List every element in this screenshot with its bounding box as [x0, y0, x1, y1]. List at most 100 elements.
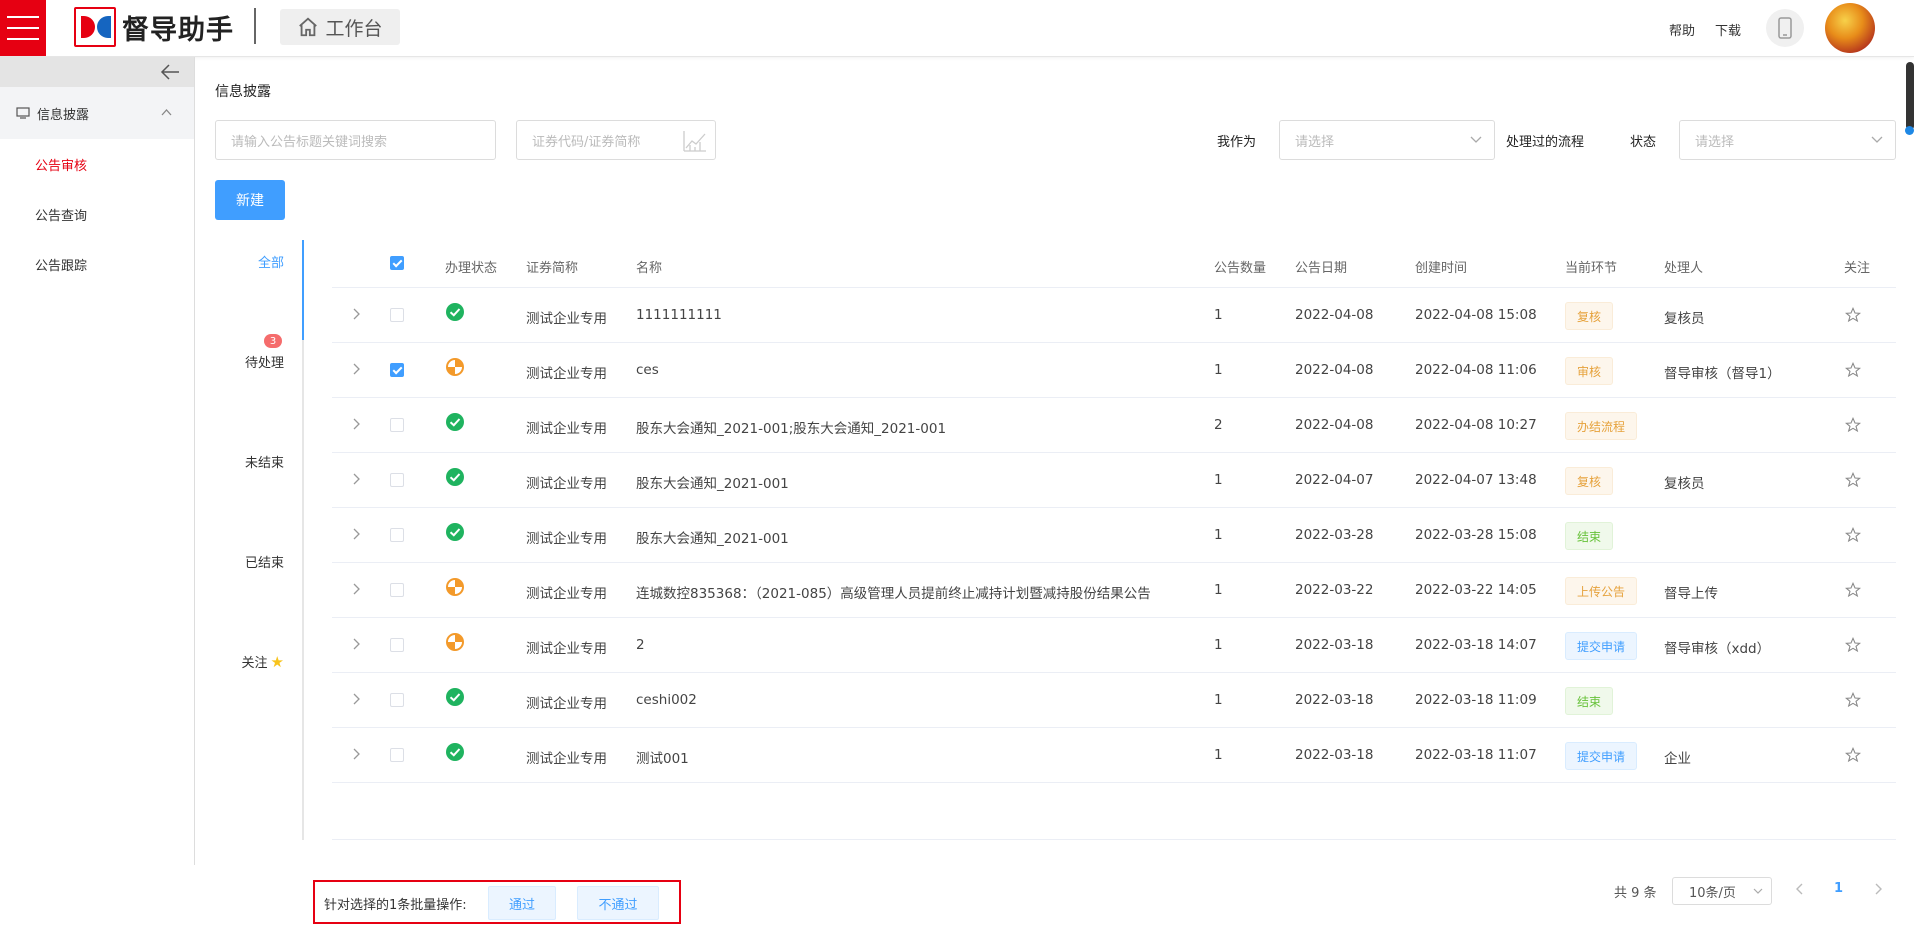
- chevron-down-icon: [1470, 136, 1482, 143]
- sidebar-item-announcement-tracking[interactable]: 公告跟踪: [0, 239, 194, 289]
- tab-finished[interactable]: 已结束: [245, 552, 284, 571]
- table-row[interactable]: 测试企业专用 连城数控835368：（2021-085）高级管理人员提前终止减持计…: [332, 563, 1896, 618]
- star-outline-icon[interactable]: [1845, 582, 1861, 598]
- sidebar-group-disclosure[interactable]: 信息披露: [0, 87, 194, 139]
- scrollbar-indicator: [1905, 126, 1914, 135]
- row-checkbox[interactable]: [390, 693, 404, 707]
- star-outline-icon[interactable]: [1845, 692, 1861, 708]
- cell-created: 2022-04-07 13:48: [1415, 472, 1537, 488]
- select-all-checkbox[interactable]: [390, 256, 404, 270]
- row-checkbox[interactable]: [390, 363, 404, 377]
- stage-tag: 上传公告: [1565, 577, 1638, 605]
- table-row[interactable]: 测试企业专用 1111111111 1 2022-04-08 2022-04-08 15…: [332, 288, 1896, 343]
- security-code-input[interactable]: 证券代码/证券简称: [516, 120, 716, 160]
- processed-flow-label[interactable]: 处理过的流程: [1506, 131, 1584, 150]
- status-tabs: 全部 3 待处理 未结束 已结束 关注 ★: [215, 240, 304, 840]
- expand-icon[interactable]: [352, 748, 360, 760]
- check-circle-icon: [446, 688, 464, 710]
- star-outline-icon[interactable]: [1845, 307, 1861, 323]
- chevron-down-icon: [1871, 136, 1883, 143]
- reject-button[interactable]: 不通过: [577, 886, 659, 920]
- cell-handler: 复核员: [1664, 311, 1705, 327]
- expand-icon[interactable]: [352, 693, 360, 705]
- search-placeholder: 请输入公告标题关键词搜索: [231, 134, 388, 150]
- star-outline-icon[interactable]: [1845, 362, 1861, 378]
- prev-page-icon[interactable]: [1795, 882, 1805, 896]
- row-checkbox[interactable]: [390, 748, 404, 762]
- cell-handler: 督导上传: [1664, 586, 1718, 602]
- row-checkbox[interactable]: [390, 528, 404, 542]
- tab-pending[interactable]: 待处理: [245, 352, 284, 371]
- tab-all[interactable]: 全部: [258, 252, 284, 271]
- cell-name[interactable]: 连城数控835368：（2021-085）高级管理人员提前终止减持计划暨减持股份…: [636, 582, 1151, 602]
- bulk-action-bar: 针对选择的1条批量操作: 通过 不通过: [313, 880, 681, 924]
- table-row[interactable]: 测试企业专用 测试001 1 2022-03-18 2022-03-18 11:07 提交…: [332, 728, 1896, 783]
- table-row[interactable]: 测试企业专用 股东大会通知_2021-001;股东大会通知_2021-001 2 20…: [332, 398, 1896, 453]
- star-outline-icon[interactable]: [1845, 417, 1861, 433]
- cell-date: 2022-03-18: [1295, 747, 1374, 763]
- star-outline-icon[interactable]: [1845, 747, 1861, 763]
- expand-icon[interactable]: [352, 528, 360, 540]
- star-outline-icon[interactable]: [1845, 472, 1861, 488]
- page-number[interactable]: 1: [1834, 881, 1843, 896]
- header-name: 名称: [636, 261, 663, 276]
- role-select[interactable]: 请选择: [1279, 120, 1495, 160]
- app-logo[interactable]: 督导助手: [74, 7, 234, 47]
- star-outline-icon[interactable]: [1845, 527, 1861, 543]
- table-row[interactable]: 测试企业专用 ceshi002 1 2022-03-18 2022-03-18 11:0…: [332, 673, 1896, 728]
- scrollbar-thumb[interactable]: [1906, 62, 1914, 130]
- menu-button[interactable]: [0, 0, 46, 56]
- user-avatar[interactable]: [1825, 3, 1875, 53]
- cell-date: 2022-03-22: [1295, 582, 1374, 598]
- expand-icon[interactable]: [352, 308, 360, 320]
- search-input[interactable]: 请输入公告标题关键词搜索: [215, 120, 496, 160]
- cell-count: 1: [1214, 307, 1223, 323]
- chart-icon[interactable]: [681, 126, 709, 154]
- sidebar-item-announcement-query[interactable]: 公告查询: [0, 189, 194, 239]
- cell-name[interactable]: 2: [636, 637, 645, 653]
- row-checkbox[interactable]: [390, 418, 404, 432]
- cell-name[interactable]: 股东大会通知_2021-001: [636, 527, 789, 547]
- sidebar-item-announcement-review[interactable]: 公告审核: [0, 139, 194, 189]
- table-row[interactable]: 测试企业专用 股东大会通知_2021-001 1 2022-03-28 2022-03-…: [332, 508, 1896, 563]
- cell-name[interactable]: 1111111111: [636, 307, 722, 323]
- cell-name[interactable]: 股东大会通知_2021-001: [636, 472, 789, 492]
- row-checkbox[interactable]: [390, 473, 404, 487]
- menu-icon-line: [7, 27, 39, 29]
- cell-created: 2022-03-18 11:07: [1415, 747, 1537, 763]
- table-row[interactable]: 测试企业专用 股东大会通知_2021-001 1 2022-04-07 2022-04-…: [332, 453, 1896, 508]
- help-link[interactable]: 帮助: [1669, 20, 1695, 39]
- cell-name[interactable]: ces: [636, 362, 659, 378]
- arrow-left-icon: [160, 64, 179, 80]
- star-outline-icon[interactable]: [1845, 637, 1861, 653]
- new-button[interactable]: 新建: [215, 180, 285, 220]
- table-body: 测试企业专用 1111111111 1 2022-04-08 2022-04-08 15…: [332, 288, 1896, 783]
- header-divider: [254, 8, 256, 44]
- sidebar-collapse-button[interactable]: [0, 57, 194, 87]
- expand-icon[interactable]: [352, 638, 360, 650]
- monitor-icon: [16, 107, 30, 119]
- cell-name[interactable]: 测试001: [636, 747, 689, 767]
- expand-icon[interactable]: [352, 418, 360, 430]
- expand-icon[interactable]: [352, 583, 360, 595]
- cell-created: 2022-04-08 10:27: [1415, 417, 1537, 433]
- next-page-icon[interactable]: [1873, 882, 1883, 896]
- approve-button[interactable]: 通过: [488, 886, 556, 920]
- download-link[interactable]: 下载: [1715, 20, 1741, 39]
- page-size-select[interactable]: 10条/页: [1672, 877, 1772, 905]
- row-checkbox[interactable]: [390, 638, 404, 652]
- expand-icon[interactable]: [352, 363, 360, 375]
- table-row[interactable]: 测试企业专用 2 1 2022-03-18 2022-03-18 14:07 提交申请 督导…: [332, 618, 1896, 673]
- row-checkbox[interactable]: [390, 308, 404, 322]
- announcement-table: 办理状态 证券简称 名称 公告数量 公告日期 创建时间 当前环节 处理人 关注 …: [332, 243, 1896, 783]
- workbench-button[interactable]: 工作台: [280, 9, 400, 45]
- expand-icon[interactable]: [352, 473, 360, 485]
- tab-unfinished[interactable]: 未结束: [245, 452, 284, 471]
- cell-name[interactable]: 股东大会通知_2021-001;股东大会通知_2021-001: [636, 417, 946, 437]
- mobile-button[interactable]: [1766, 9, 1804, 47]
- status-select[interactable]: 请选择: [1679, 120, 1896, 160]
- table-row[interactable]: 测试企业专用 ces 1 2022-04-08 2022-04-08 11:06 审核 督导…: [332, 343, 1896, 398]
- row-checkbox[interactable]: [390, 583, 404, 597]
- tab-follow[interactable]: 关注 ★: [242, 652, 284, 671]
- cell-name[interactable]: ceshi002: [636, 692, 697, 708]
